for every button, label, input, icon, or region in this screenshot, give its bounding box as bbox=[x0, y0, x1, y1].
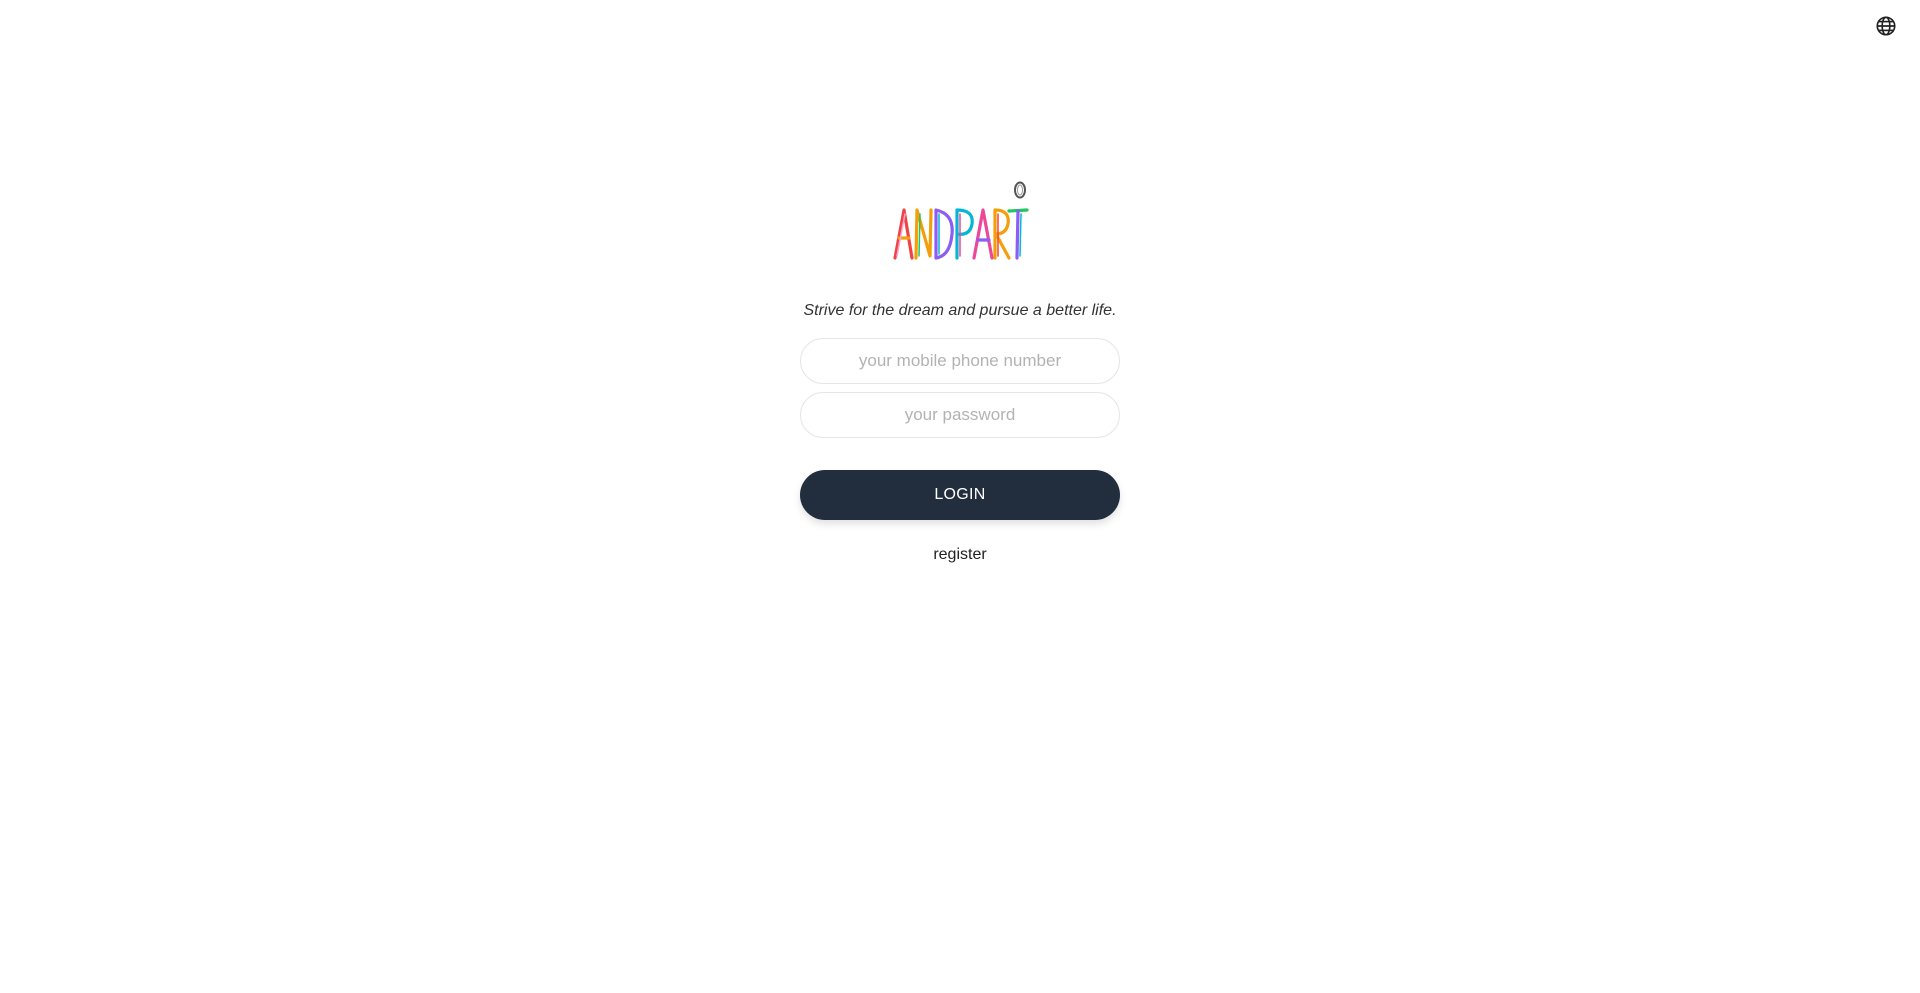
login-button[interactable]: LOGIN bbox=[800, 470, 1120, 520]
password-input[interactable] bbox=[801, 392, 1119, 438]
login-form: Strive for the dream and pursue a better… bbox=[0, 0, 1920, 565]
brand-logo bbox=[890, 180, 1030, 262]
login-page: Strive for the dream and pursue a better… bbox=[0, 0, 1920, 993]
brand-logo-mark bbox=[893, 181, 1029, 260]
phone-input[interactable] bbox=[801, 338, 1119, 384]
register-link[interactable]: register bbox=[933, 545, 986, 565]
tagline: Strive for the dream and pursue a better… bbox=[803, 302, 1117, 319]
phone-field[interactable] bbox=[800, 338, 1120, 384]
password-field[interactable] bbox=[800, 392, 1120, 438]
